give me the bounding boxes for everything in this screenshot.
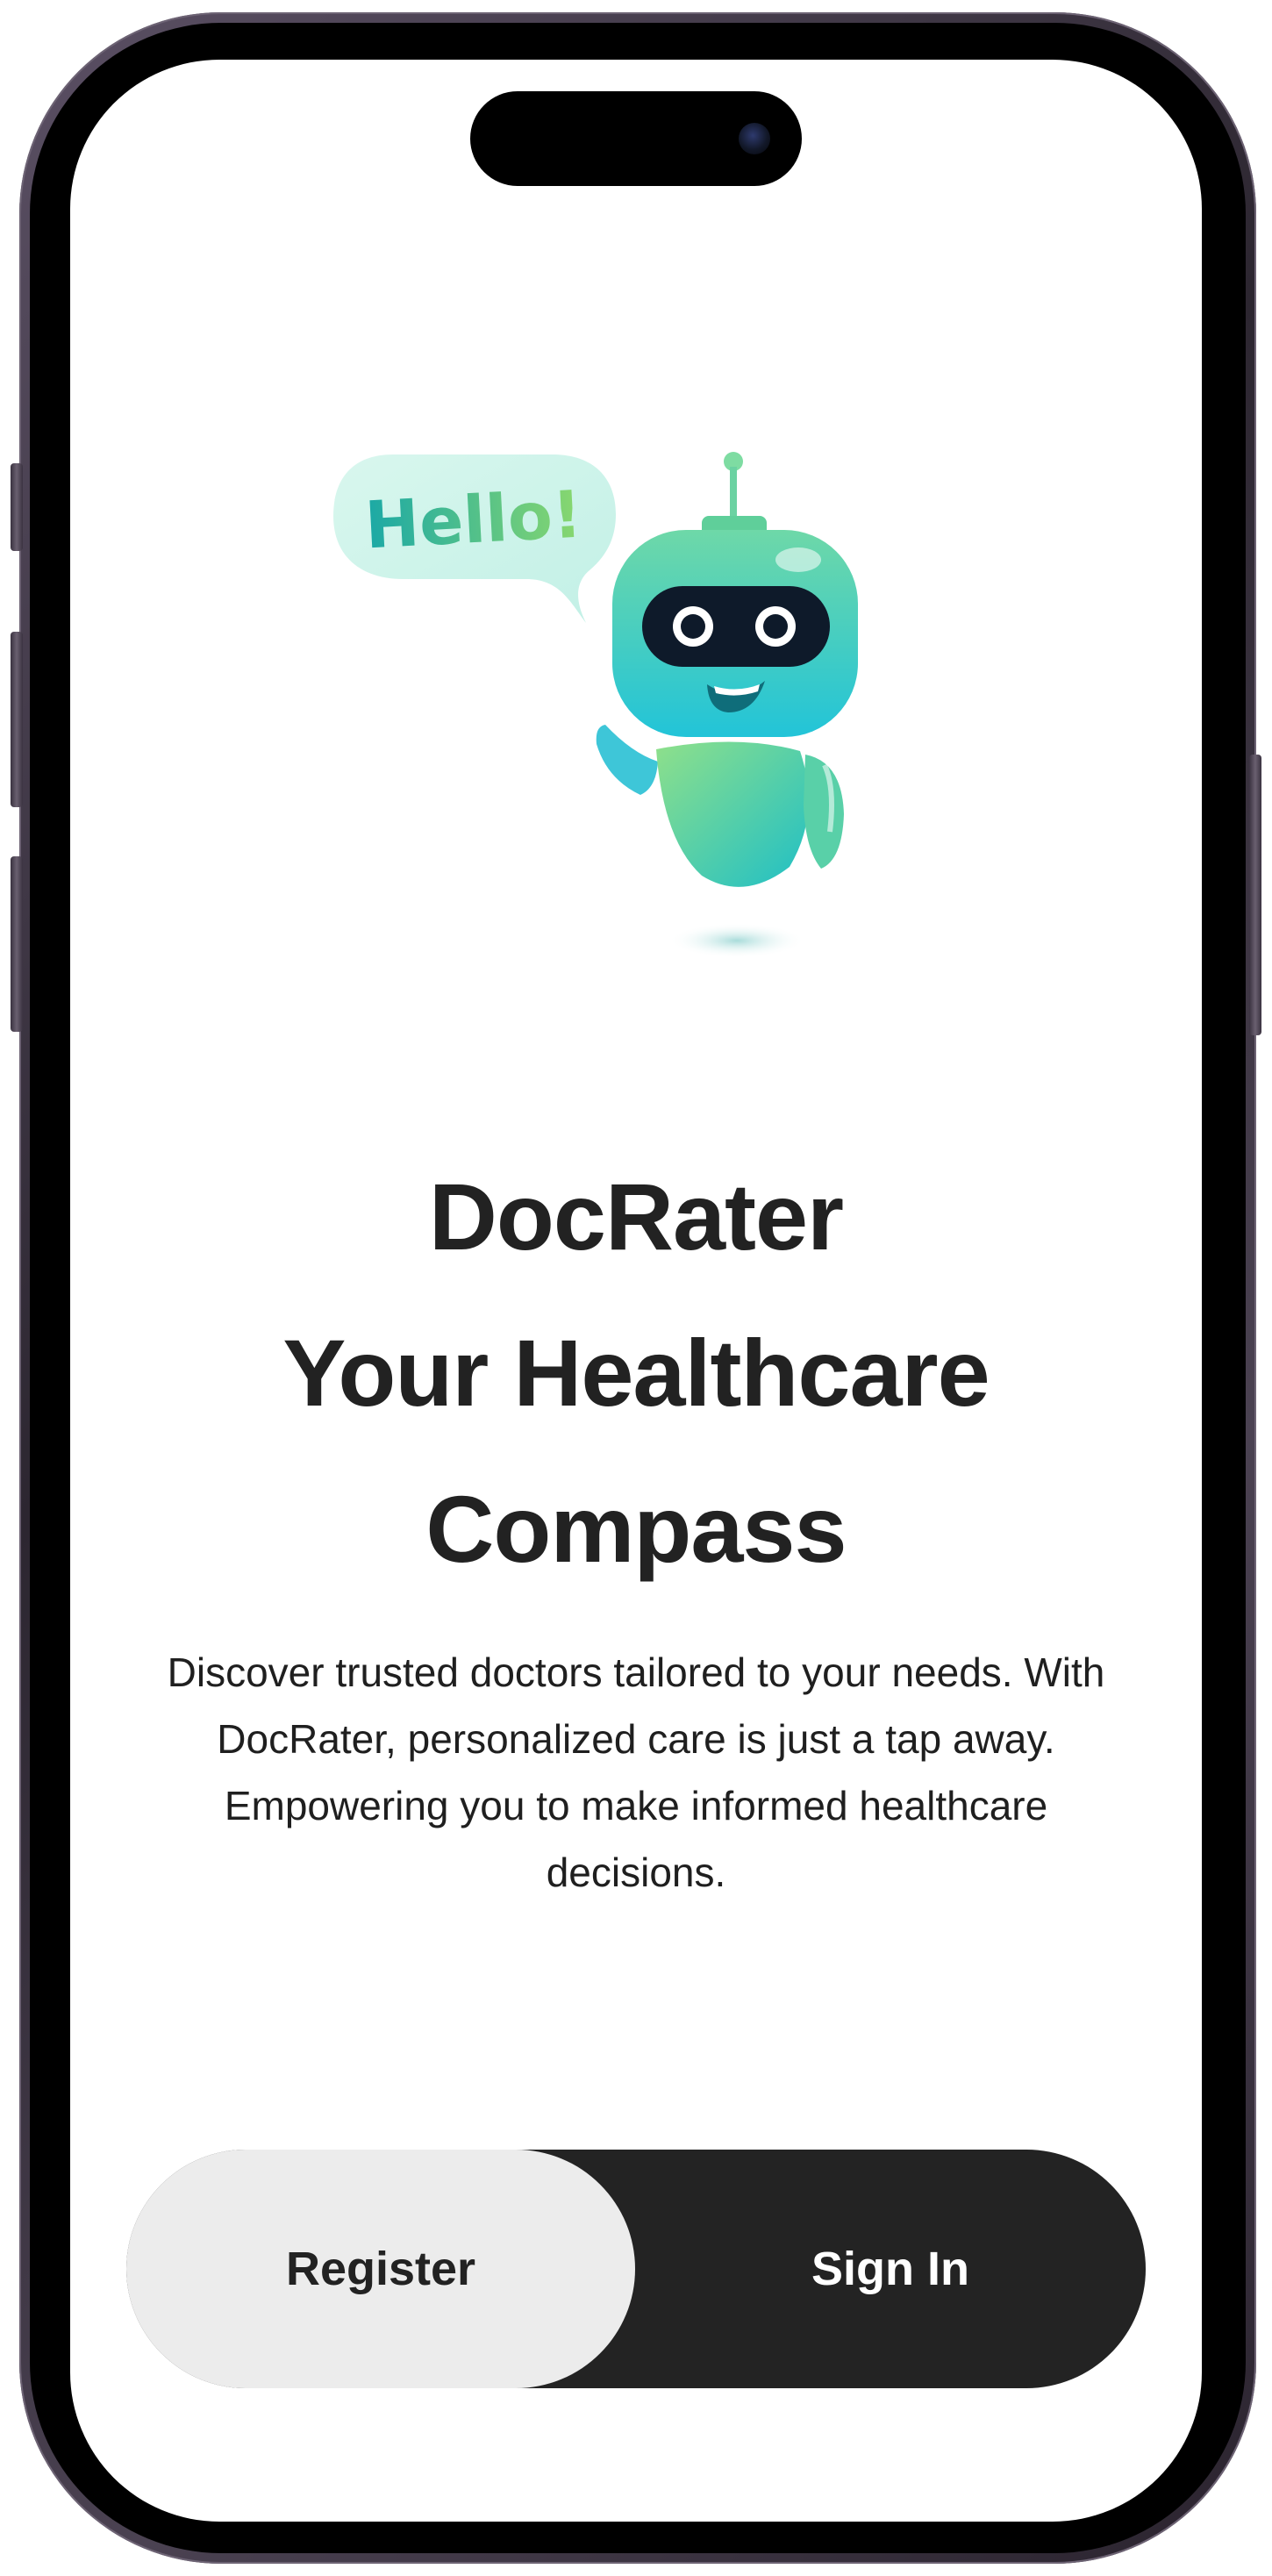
title-line-tagline-2: Compass [425,1476,847,1582]
page-title: DocRater Your Healthcare Compass [158,1139,1114,1607]
sign-in-button[interactable]: Sign In [635,2150,1146,2388]
action-button [11,463,23,551]
title-line-tagline-1: Your Healthcare [282,1320,990,1426]
volume-down-button [11,856,23,1032]
front-camera-icon [739,123,770,154]
title-line-app-name: DocRater [428,1163,844,1270]
bubble-text: Hello! [363,477,584,564]
device-stage: Hello! DocRater Your Healthcare Compass … [0,0,1272,2576]
intro-description: Discover trusted doctors tailored to you… [167,1649,1105,1895]
robot-mascot-illustration: Hello! [333,452,858,958]
power-button [1249,755,1261,1035]
app-screen: Hello! DocRater Your Healthcare Compass … [70,60,1202,2522]
auth-button-group: Sign In Register [126,2150,1146,2388]
volume-up-button [11,632,23,807]
register-button[interactable]: Register [126,2150,635,2388]
dynamic-island [470,91,802,186]
speech-bubble: Hello! [333,454,616,623]
